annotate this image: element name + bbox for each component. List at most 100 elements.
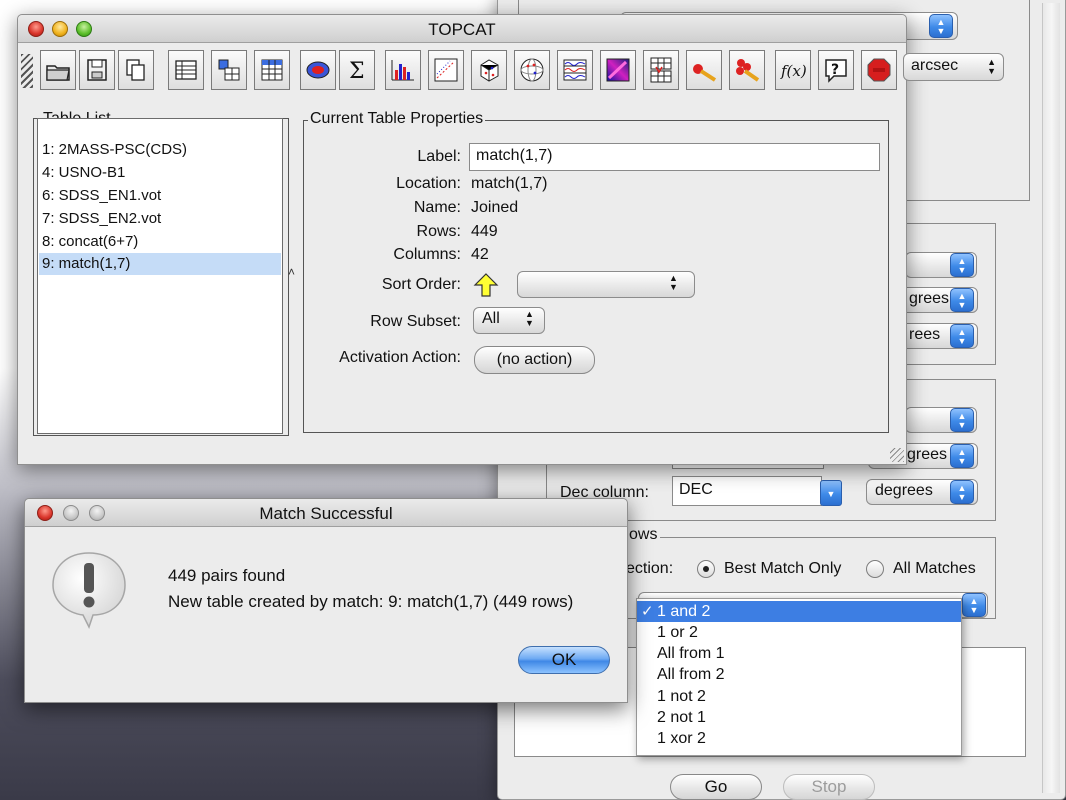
- help-button[interactable]: ?: [818, 50, 854, 90]
- topcat-window: TOPCAT Σ f(x) ? 1: 2MASS-PSC(CDS) 4: USN…: [17, 14, 907, 465]
- join-option-allfrom1[interactable]: All from 1: [637, 643, 961, 664]
- table2-ra-column-arrow[interactable]: ▲ ▼: [950, 408, 974, 432]
- arcsec-combo-arrows-icon: ▲ ▼: [987, 57, 996, 76]
- table-list-item-selected[interactable]: 9: match(1,7): [39, 253, 281, 275]
- plot-3d-button[interactable]: [471, 50, 507, 90]
- activation-action-label: Activation Action:: [339, 349, 461, 366]
- output-rows-legend: ows: [626, 526, 661, 544]
- dec-column-field[interactable]: DEC: [672, 476, 822, 506]
- split-pane-caret-icon[interactable]: ˄: [288, 265, 295, 279]
- floppy-disk-icon: [87, 59, 107, 81]
- sphere-plot-button[interactable]: [514, 50, 550, 90]
- join-option-1or2[interactable]: 1 or 2: [637, 622, 961, 643]
- ok-button[interactable]: OK: [518, 646, 610, 674]
- label-field[interactable]: match(1,7): [469, 143, 880, 171]
- table2-ra-units-text: grees: [907, 446, 948, 463]
- table-list-item[interactable]: 6: SDSS_EN1.vot: [39, 185, 281, 207]
- duplicate-table-button[interactable]: [118, 50, 154, 90]
- svg-text:Σ: Σ: [349, 59, 365, 84]
- table-properties-legend: Current Table Properties: [308, 110, 486, 128]
- best-match-radio[interactable]: [697, 560, 715, 578]
- best-match-label: Best Match Only: [724, 560, 842, 577]
- table-list-item[interactable]: 4: USNO-B1: [39, 162, 281, 184]
- table-list-item[interactable]: 1: 2MASS-PSC(CDS): [39, 139, 281, 161]
- parameters-icon: [218, 59, 240, 81]
- folder-icon: [46, 65, 70, 81]
- stacked-lines-button[interactable]: [557, 50, 593, 90]
- column-info-button[interactable]: [254, 50, 290, 90]
- table2-dec-units-text: degrees: [875, 482, 933, 499]
- stop-sign-icon: [867, 58, 891, 82]
- table2-ra-units-arrow[interactable]: ▲ ▼: [950, 444, 974, 468]
- functions-button[interactable]: f(x): [775, 50, 811, 90]
- table-list[interactable]: 1: 2MASS-PSC(CDS) 4: USNO-B1 6: SDSS_EN1…: [37, 118, 283, 434]
- table-list-item[interactable]: 8: concat(6+7): [39, 231, 281, 253]
- dec-column-arrow[interactable]: ▼: [820, 480, 842, 506]
- toolbar-grip[interactable]: [21, 54, 33, 88]
- multi-match-icon: [736, 59, 760, 82]
- table1-ra-column-arrow[interactable]: ▲ ▼: [950, 253, 974, 277]
- sort-order-label: Sort Order:: [381, 276, 461, 293]
- join-type-combo-arrow[interactable]: ▲ ▼: [962, 593, 986, 617]
- table-list-item[interactable]: 7: SDSS_EN2.vot: [39, 208, 281, 230]
- density-map-button[interactable]: [600, 50, 636, 90]
- topcat-title: TOPCAT: [428, 20, 496, 39]
- subsets-button[interactable]: [300, 50, 336, 90]
- save-table-button[interactable]: [79, 50, 115, 90]
- match-error-units-combo[interactable]: arcsec ▲ ▼: [903, 53, 1004, 81]
- multi-match-button[interactable]: [729, 50, 765, 90]
- all-matches-label: All Matches: [893, 560, 976, 577]
- columns-label: Columns:: [393, 246, 461, 263]
- join-option-allfrom2[interactable]: All from 2: [637, 664, 961, 685]
- table-data-button[interactable]: [168, 50, 204, 90]
- stop-button[interactable]: Stop: [783, 774, 875, 800]
- pair-match-button[interactable]: [686, 50, 722, 90]
- name-label: Name:: [413, 199, 461, 216]
- statistics-button[interactable]: Σ: [339, 50, 375, 90]
- topcat-titlebar[interactable]: TOPCAT: [18, 15, 906, 43]
- histogram-button[interactable]: [385, 50, 421, 90]
- histogram-icon: [391, 60, 414, 81]
- dialog-titlebar[interactable]: Match Successful: [25, 499, 627, 527]
- sigma-icon: Σ: [349, 59, 365, 84]
- row-subset-combo[interactable]: All: [473, 307, 545, 334]
- columns-value: 42: [471, 246, 489, 263]
- row-subset-value: All: [482, 310, 500, 327]
- rows-label: Rows:: [416, 223, 461, 240]
- row-subset-combo-arrows-icon: ▲ ▼: [525, 309, 534, 328]
- sphere-plot-icon: [520, 58, 544, 82]
- sort-order-combo-arrows-icon: ▲ ▼: [669, 273, 678, 292]
- match-window-scrollbar[interactable]: [1042, 3, 1060, 793]
- svg-text:f(x): f(x): [780, 62, 807, 80]
- join-option-1not2[interactable]: 1 not 2: [637, 686, 961, 707]
- join-option-1xor2[interactable]: 1 xor 2: [637, 728, 961, 749]
- table-parameters-button[interactable]: [211, 50, 247, 90]
- match-selection-label: ection:: [626, 560, 674, 577]
- concatenate-button[interactable]: [643, 50, 679, 90]
- sort-ascending-arrow-icon[interactable]: [473, 272, 499, 298]
- main-toolbar: Σ f(x) ?: [18, 44, 906, 96]
- join-option-1and2[interactable]: ✓ 1 and 2: [637, 601, 961, 622]
- table2-dec-units-arrow[interactable]: ▲ ▼: [950, 480, 974, 504]
- rows-value: 449: [471, 223, 498, 240]
- copy-icon: [126, 59, 145, 81]
- load-table-button[interactable]: [40, 50, 76, 90]
- density-map-icon: [606, 58, 630, 82]
- join-option-2not1[interactable]: 2 not 1: [637, 707, 961, 728]
- checkmark-icon: ✓: [641, 603, 654, 620]
- join-type-menu[interactable]: ✓ 1 and 2 1 or 2 All from 1 All from 2 1 …: [636, 598, 962, 756]
- concat-tables-icon: [650, 57, 672, 83]
- subset-ellipse-icon: [306, 61, 330, 79]
- go-button[interactable]: Go: [670, 774, 762, 800]
- plot-2d-button[interactable]: [428, 50, 464, 90]
- activation-action-button[interactable]: (no action): [474, 346, 595, 374]
- exit-button[interactable]: [861, 50, 897, 90]
- table1-dec-units-arrow[interactable]: ▲ ▼: [950, 324, 974, 348]
- location-label: Location:: [396, 175, 461, 192]
- top-column-combo-arrow[interactable]: ▲ ▼: [929, 14, 953, 38]
- resize-grip-icon[interactable]: [890, 448, 904, 462]
- all-matches-radio[interactable]: [866, 560, 884, 578]
- table1-dec-units-text: rees: [909, 326, 941, 343]
- match-successful-dialog: Match Successful 449 pairs found New tab…: [24, 498, 628, 703]
- table1-ra-units-arrow[interactable]: ▲ ▼: [950, 288, 974, 312]
